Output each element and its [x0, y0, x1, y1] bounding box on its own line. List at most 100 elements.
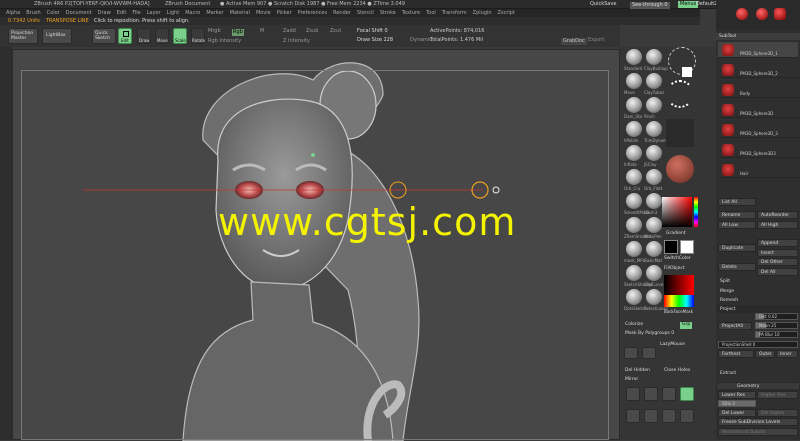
local-button[interactable]	[662, 387, 676, 401]
colorize-toggle[interactable]: Colorize	[625, 322, 643, 328]
lightbox-button[interactable]: LightBox	[42, 28, 72, 44]
material-sphere-icon[interactable]	[756, 8, 768, 20]
floor-button[interactable]	[642, 347, 656, 359]
menu-item[interactable]: File	[132, 11, 140, 16]
brush-tile-icon[interactable]	[626, 241, 642, 257]
edit-button[interactable]: Edit	[118, 28, 132, 44]
secondary-color-swatch[interactable]	[680, 240, 694, 254]
floor-grid-button[interactable]	[644, 387, 658, 401]
brush-tile-icon[interactable]	[646, 145, 662, 161]
del-hidden-button[interactable]: Del Hidden	[625, 368, 650, 374]
mrgb-button[interactable]: Mrgb	[208, 29, 221, 34]
dynamic-toggle[interactable]: Dynamic	[410, 38, 432, 43]
poly-frame-button[interactable]	[624, 347, 638, 359]
rename-button[interactable]: Rename	[718, 211, 756, 219]
brush-tile-icon[interactable]	[646, 193, 662, 209]
fill-object-button[interactable]: FillObject	[664, 266, 685, 272]
del-other-button[interactable]: Del Other	[757, 258, 798, 266]
all-low-button[interactable]: All Low	[718, 221, 756, 229]
rgb-intensity-slider[interactable]: Rgb Intensity	[208, 39, 241, 44]
menu-item[interactable]: Picker	[277, 11, 292, 16]
menu-item[interactable]: Stencil	[357, 11, 374, 16]
menu-item[interactable]: Brush	[26, 11, 40, 16]
menu-item[interactable]: Stroke	[380, 11, 396, 16]
menu-item[interactable]: Light	[167, 11, 179, 16]
close-holes-button[interactable]: Close Holes	[664, 368, 690, 374]
move-view-button[interactable]	[644, 409, 658, 423]
delete-button[interactable]: Delete	[718, 263, 756, 271]
autoreorder-button[interactable]: AutoReorder	[757, 211, 798, 219]
brush-tile-icon[interactable]	[646, 289, 662, 305]
frame-button[interactable]	[626, 409, 640, 423]
rotate-button[interactable]: Rotate	[191, 28, 205, 44]
subtool-row[interactable]: PM3D_Sphere3D_2	[718, 62, 798, 78]
texture-slot-icon[interactable]	[666, 119, 694, 147]
farthest-button[interactable]: Farthest	[718, 350, 754, 358]
menu-item[interactable]: Preferences	[298, 11, 327, 16]
menu-item[interactable]: Transform	[442, 11, 467, 16]
alpha-preview-icon[interactable]	[682, 67, 692, 77]
dist-slider[interactable]: Dist 0.02	[755, 313, 798, 320]
brush-tile-icon[interactable]	[626, 73, 642, 89]
mask-by-polygroups-slider[interactable]: Mask By Polygroups 0	[625, 331, 674, 337]
higher-res-button[interactable]: Higher Res	[757, 391, 798, 399]
menu-item[interactable]: Movie	[256, 11, 271, 16]
menu-item[interactable]: Zplugin	[473, 11, 492, 16]
inner-button[interactable]: Inner	[776, 350, 798, 358]
brush-tile-icon[interactable]	[646, 217, 662, 233]
brush-tile-icon[interactable]	[626, 145, 642, 161]
export-button[interactable]: Export	[588, 38, 604, 43]
merge-menu[interactable]: Merge	[716, 287, 800, 295]
draw-size-slider[interactable]: Draw Size 228	[357, 38, 393, 43]
menu-item[interactable]: Draw	[98, 11, 111, 16]
projection-master-button[interactable]: Projection Master	[8, 28, 38, 44]
lazy-mouse-toggle[interactable]: LazyMouse	[660, 342, 685, 348]
grabdoc-button[interactable]: GrabDoc	[561, 38, 587, 45]
brush-tile-icon[interactable]	[626, 97, 642, 113]
del-lower-button[interactable]: Del Lower	[718, 409, 756, 417]
seethrough-slider[interactable]: See-through 0	[630, 2, 670, 9]
material-preview-icon[interactable]	[666, 155, 694, 183]
grp-toggle[interactable]: Grp	[680, 322, 693, 329]
duplicate-button[interactable]: Duplicate	[718, 244, 756, 252]
del-higher-button[interactable]: Del Higher	[757, 409, 798, 417]
outer-button[interactable]: Outer	[755, 350, 775, 358]
brush-tile-icon[interactable]	[626, 265, 642, 281]
remesh-menu[interactable]: Remesh	[716, 296, 800, 304]
brush-tile-icon[interactable]	[646, 73, 662, 89]
persp-button[interactable]	[626, 387, 640, 401]
append-button[interactable]: Append	[757, 239, 798, 247]
mean-slider[interactable]: Mean 25	[755, 322, 798, 329]
menu-item[interactable]: Texture	[402, 11, 420, 16]
sdiv-slider[interactable]: SDiv 3	[718, 400, 756, 407]
backface-mask-button[interactable]: BackFaceMask	[664, 310, 693, 314]
switch-color-button[interactable]: SwitchColor	[664, 256, 691, 262]
menu-item[interactable]: Alpha	[6, 11, 20, 16]
brush-tile-icon[interactable]	[646, 49, 662, 65]
scale-button[interactable]: Scale	[173, 28, 187, 44]
m-button[interactable]: M	[260, 29, 264, 34]
gradient-label[interactable]: Gradient	[666, 231, 686, 237]
project-all-button[interactable]: ProjectAll	[718, 322, 752, 330]
hue-slider[interactable]	[694, 197, 698, 227]
lower-res-button[interactable]: Lower Res	[718, 391, 756, 399]
brush-tile-icon[interactable]	[626, 121, 642, 137]
color-picker[interactable]	[662, 197, 692, 227]
menu-item[interactable]: Marker	[206, 11, 223, 16]
brush-tile-icon[interactable]	[646, 121, 662, 137]
draw-button[interactable]: Draw	[137, 28, 151, 44]
zsub-button[interactable]: Zsub	[306, 29, 318, 34]
subtool-row[interactable]: Body	[718, 82, 798, 98]
subtool-row[interactable]: PM3D_Sphere3D_1	[718, 42, 798, 58]
stroke-dots-icon[interactable]	[666, 80, 694, 108]
mirror-button[interactable]: Mirror	[625, 377, 638, 383]
split-menu[interactable]: Split	[716, 277, 800, 285]
menu-item[interactable]: Layer	[147, 11, 161, 16]
brush-tile-icon[interactable]	[646, 265, 662, 281]
geometry-menu[interactable]: Geometry	[716, 382, 800, 390]
brush-tile-icon[interactable]	[626, 193, 642, 209]
z-intensity-slider[interactable]: Z Intensity	[283, 39, 310, 44]
reconstruct-subdiv-button[interactable]: Reconstruct Subdiv	[718, 428, 798, 436]
insert-button[interactable]: Insert	[757, 249, 798, 257]
xyz-button[interactable]	[680, 387, 694, 401]
